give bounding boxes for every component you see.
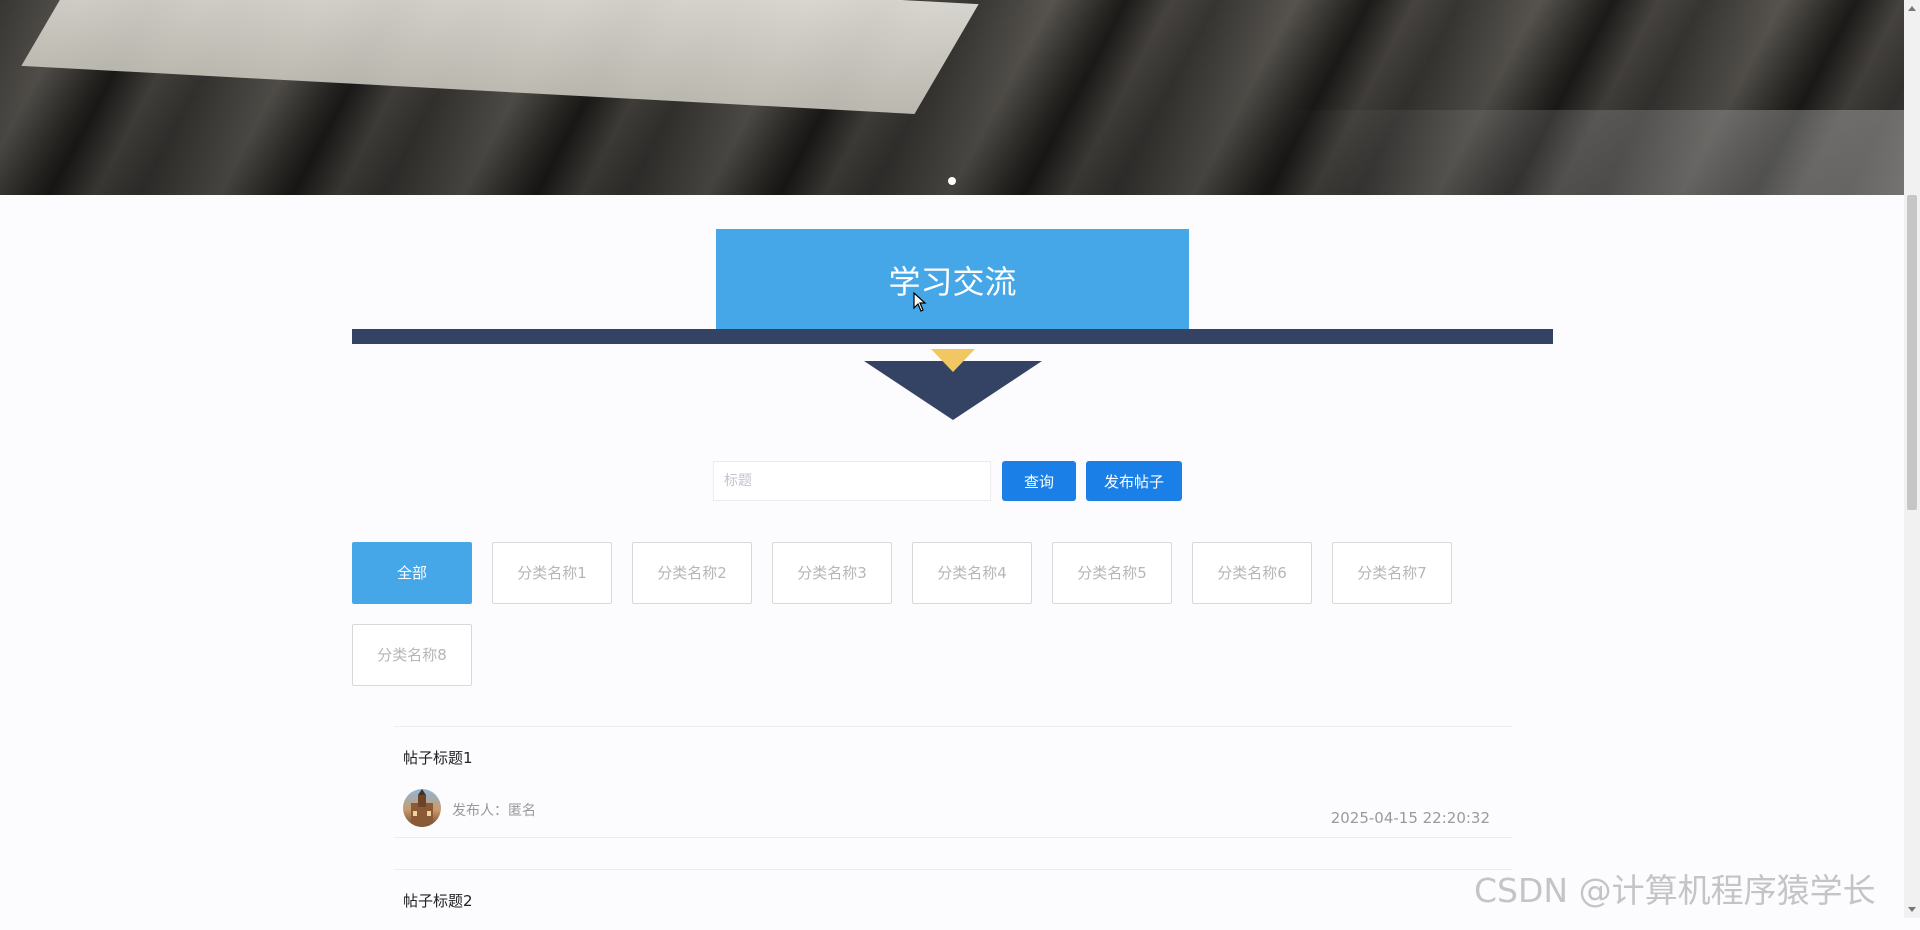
title-triangle-accent — [931, 349, 975, 372]
author-name: 匿名 — [508, 803, 536, 819]
post-title[interactable]: 帖子标题2 — [403, 890, 473, 911]
banner-image-highlight — [1284, 110, 1904, 195]
scroll-up-arrow-icon[interactable] — [1908, 6, 1916, 11]
scrollbar-thumb[interactable] — [1907, 195, 1917, 510]
castle-avatar-icon — [411, 789, 433, 827]
post-list-item[interactable]: 帖子标题1 发布人：匿名 2025-04-15 22:20:32 — [394, 726, 1512, 838]
post-list-item[interactable]: 帖子标题2 — [394, 869, 1512, 930]
section-title: 学习交流 — [716, 229, 1189, 329]
category-5[interactable]: 分类名称5 — [1052, 542, 1172, 604]
category-all[interactable]: 全部 — [352, 542, 472, 604]
mouse-cursor-icon — [913, 292, 927, 312]
hero-banner — [0, 0, 1904, 195]
author-avatar — [403, 789, 441, 827]
post-title[interactable]: 帖子标题1 — [403, 747, 473, 768]
banner-image-paper — [21, 0, 979, 114]
publish-post-button[interactable]: 发布帖子 — [1086, 461, 1182, 501]
author-label: 发布人： — [452, 803, 508, 819]
category-1[interactable]: 分类名称1 — [492, 542, 612, 604]
query-button[interactable]: 查询 — [1002, 461, 1076, 501]
category-7[interactable]: 分类名称7 — [1332, 542, 1452, 604]
category-6[interactable]: 分类名称6 — [1192, 542, 1312, 604]
search-input[interactable] — [713, 461, 991, 501]
post-timestamp: 2025-04-15 22:20:32 — [1330, 809, 1490, 827]
title-divider-bar — [352, 329, 1553, 344]
category-3[interactable]: 分类名称3 — [772, 542, 892, 604]
page-scrollbar[interactable] — [1904, 0, 1920, 918]
category-2[interactable]: 分类名称2 — [632, 542, 752, 604]
category-8[interactable]: 分类名称8 — [352, 624, 472, 686]
carousel-indicator-dot[interactable] — [948, 177, 956, 185]
category-4[interactable]: 分类名称4 — [912, 542, 1032, 604]
watermark: CSDN @计算机程序猿学长 — [1474, 871, 1876, 910]
scroll-down-arrow-icon[interactable] — [1908, 907, 1916, 912]
post-author: 发布人：匿名 — [452, 800, 536, 820]
